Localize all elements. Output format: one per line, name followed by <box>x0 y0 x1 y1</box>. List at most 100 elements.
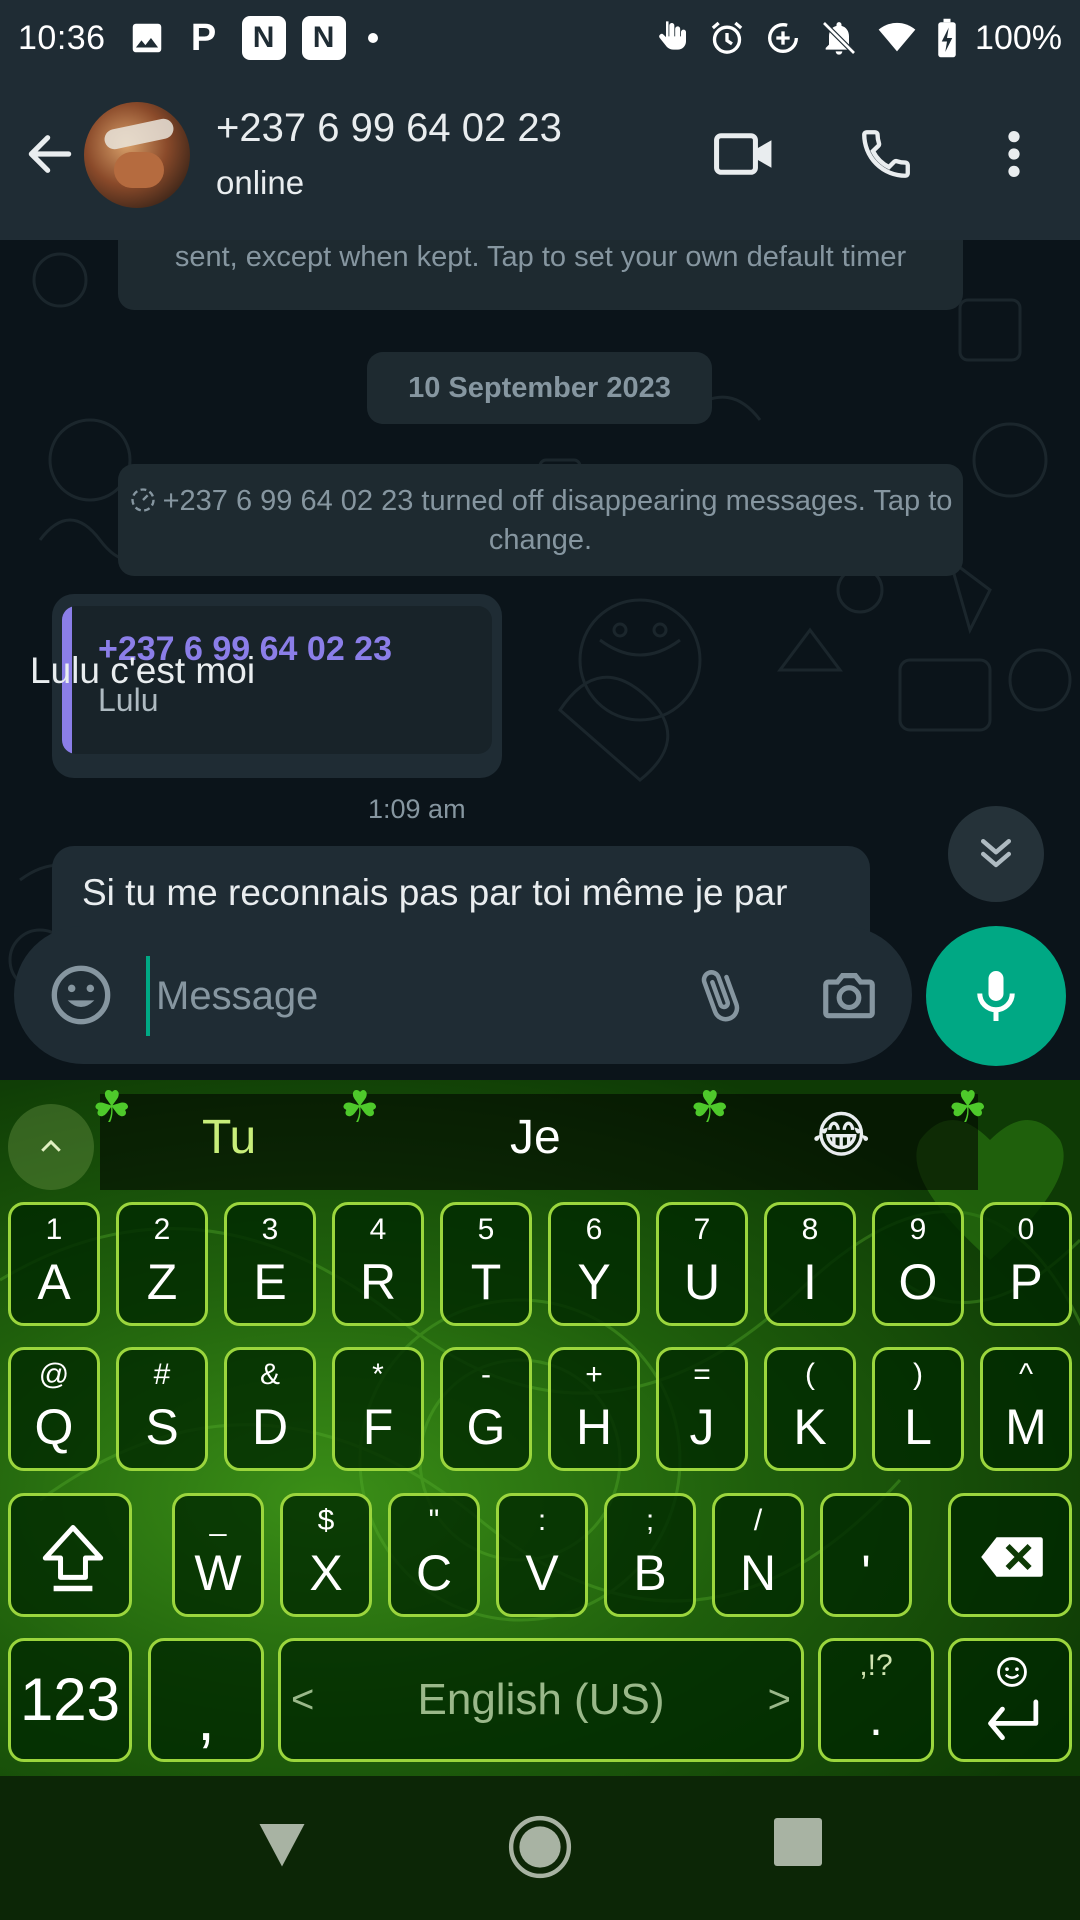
key-label: M <box>1005 1399 1047 1455</box>
message-text-2: Si tu me reconnais pas par toi même je p… <box>82 872 788 913</box>
key-label: X <box>309 1545 343 1601</box>
key-k[interactable]: (K <box>764 1347 856 1471</box>
key-p[interactable]: 0P <box>980 1202 1072 1326</box>
avatar-photo-detail <box>102 116 176 152</box>
key-h[interactable]: + H <box>548 1347 640 1471</box>
battery-charging-icon <box>938 18 956 58</box>
period-key-label: . <box>869 1690 883 1746</box>
video-camera-icon <box>714 133 772 175</box>
more-options-button[interactable] <box>990 122 1038 186</box>
system-message-disappearing[interactable]: +237 6 99 64 02 23 turned off disappeari… <box>118 464 963 576</box>
suggestion-2[interactable]: Je <box>510 1110 561 1165</box>
alarm-icon <box>711 21 743 54</box>
scroll-to-bottom-button[interactable] <box>948 806 1044 902</box>
key-label: N <box>739 1545 777 1601</box>
camera-button[interactable] <box>814 960 884 1030</box>
clover-icon: ☘ <box>690 1083 730 1132</box>
n-app-icon-2: N <box>301 16 346 60</box>
notification-icons: P N N <box>128 16 378 60</box>
key-hint: 0 <box>1017 1213 1035 1246</box>
key-l[interactable]: ) L <box>872 1347 964 1471</box>
period-key-hint: ,!? <box>859 1649 893 1682</box>
camera-icon <box>823 973 875 1019</box>
key-hint: 6 <box>585 1213 603 1246</box>
emoji-button[interactable] <box>46 960 116 1030</box>
key-hint: : <box>537 1504 547 1537</box>
back-button[interactable] <box>18 122 82 186</box>
avatar-photo-hand <box>114 152 164 188</box>
space-key[interactable]: < English (US) > <box>278 1638 804 1762</box>
key-a[interactable]: 1A <box>8 1202 100 1326</box>
video-call-button[interactable] <box>712 122 776 186</box>
key-hint: + <box>585 1358 603 1391</box>
key-i[interactable]: 8I <box>764 1202 856 1326</box>
space-right-arrow: > <box>767 1677 791 1722</box>
key-label: Q <box>34 1399 74 1455</box>
key-apostrophe[interactable]: ' <box>820 1493 912 1617</box>
nav-back-icon[interactable] <box>252 1814 312 1874</box>
key-label: ' <box>861 1545 871 1601</box>
navigation-bar <box>0 1776 1080 1920</box>
key-f[interactable]: * F <box>332 1347 424 1471</box>
key-d[interactable]: & D <box>224 1347 316 1471</box>
key-label: E <box>253 1254 287 1310</box>
smiley-small-icon <box>997 1657 1027 1687</box>
key-n[interactable]: / N <box>712 1493 804 1617</box>
nav-home-icon[interactable] <box>507 1814 573 1880</box>
key-x[interactable]: $ X <box>280 1493 372 1617</box>
suggestion-3-emoji[interactable]: 😂 <box>812 1106 870 1164</box>
voice-message-button[interactable] <box>926 926 1066 1066</box>
system-message-timer[interactable]: sent, except when kept. Tap to set your … <box>118 240 963 310</box>
key-u[interactable]: 7U <box>656 1202 748 1326</box>
key-w[interactable]: _ W <box>172 1493 264 1617</box>
data-saver-icon <box>768 23 799 53</box>
backspace-icon <box>981 1537 1043 1577</box>
double-chevron-down-icon <box>980 838 1012 868</box>
clover-icon: ☘ <box>340 1083 380 1132</box>
attach-button[interactable] <box>686 960 756 1030</box>
contact-name[interactable]: +237 6 99 64 02 23 <box>216 106 562 151</box>
key-t[interactable]: 5T <box>440 1202 532 1326</box>
key-label: V <box>525 1545 559 1601</box>
key-y[interactable]: 6Y <box>548 1202 640 1326</box>
key-q[interactable]: @ Q <box>8 1347 100 1471</box>
enter-key[interactable] <box>948 1638 1072 1762</box>
message-time: 1:09 am <box>368 794 466 824</box>
gesture-icon <box>659 21 687 50</box>
key-s[interactable]: # S <box>116 1347 208 1471</box>
keyboard-collapse-button[interactable] <box>8 1104 94 1190</box>
contact-avatar[interactable] <box>84 102 190 208</box>
key-o[interactable]: 9O <box>872 1202 964 1326</box>
smiley-icon <box>51 965 111 1025</box>
key-label: C <box>415 1545 453 1601</box>
key-v[interactable]: :V <box>496 1493 588 1617</box>
voice-call-button[interactable] <box>854 122 918 186</box>
shift-arrow-icon <box>42 1525 104 1592</box>
key-hint: 5 <box>477 1213 495 1246</box>
key-label: U <box>683 1254 721 1310</box>
key-label: Y <box>577 1254 611 1310</box>
suggestion-1[interactable]: Tu <box>202 1110 256 1165</box>
key-m[interactable]: ^ M <box>980 1347 1072 1471</box>
backspace-key[interactable] <box>948 1493 1072 1617</box>
key-e[interactable]: 3E <box>224 1202 316 1326</box>
key-r[interactable]: 4R <box>332 1202 424 1326</box>
key-j[interactable]: = J <box>656 1347 748 1471</box>
key-c[interactable]: " C <box>388 1493 480 1617</box>
key-hint: 4 <box>369 1213 387 1246</box>
enter-arrow-icon <box>988 1699 1039 1741</box>
key-b[interactable]: ; B <box>604 1493 696 1617</box>
nav-recents-icon[interactable] <box>774 1818 822 1866</box>
key-hint: & <box>259 1358 280 1391</box>
key-label: Z <box>146 1254 178 1310</box>
key-label: D <box>251 1399 289 1455</box>
period-key[interactable]: ,!? . <box>818 1638 934 1762</box>
comma-key[interactable]: , <box>148 1638 264 1762</box>
shift-key[interactable] <box>8 1493 132 1617</box>
symbols-key-label: 123 <box>19 1666 121 1733</box>
key-g[interactable]: -G <box>440 1347 532 1471</box>
symbols-key[interactable]: 123 <box>8 1638 132 1762</box>
message-input[interactable] <box>146 956 666 1036</box>
key-label: P <box>1009 1254 1043 1310</box>
key-z[interactable]: 2Z <box>116 1202 208 1326</box>
